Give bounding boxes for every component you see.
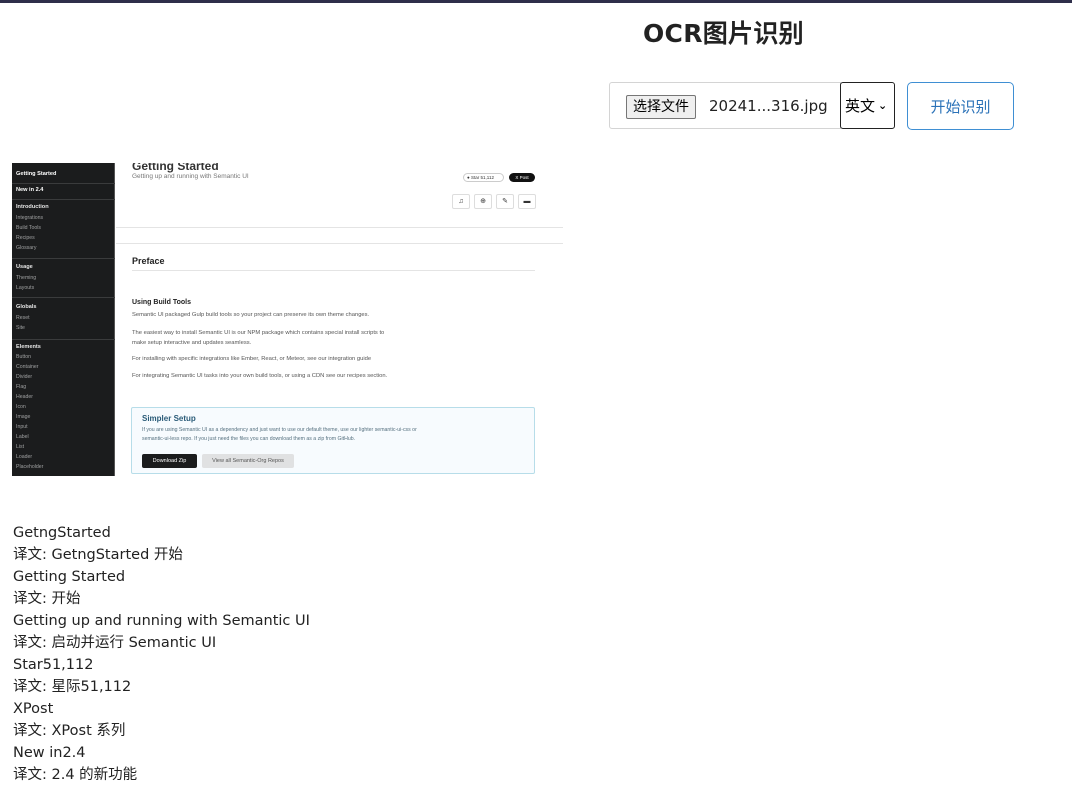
preview-paragraph: For installing with specific integration… [132, 356, 372, 362]
preview-sidebar-item: Build Tools [16, 225, 41, 231]
ocr-result-text: Getting up and running with Semantic UI [13, 613, 310, 629]
start-recognition-button[interactable]: 开始识别 [907, 82, 1014, 130]
preview-sidebar-item: Label [16, 434, 29, 440]
top-border [0, 0, 1072, 3]
preview-sidebar-item: Image [16, 414, 31, 420]
preview-sidebar-item: Introduction [16, 204, 49, 210]
preview-sidebar-item: Site [16, 325, 25, 331]
preview-star-label: Star [470, 175, 480, 180]
ocr-result-text: Getting Started [13, 569, 126, 585]
preview-sidebar-item: New in 2.4 [16, 187, 44, 193]
github-icon: ● [467, 175, 470, 180]
language-select[interactable]: 英文 ⌄ [840, 82, 895, 129]
preview-sidebar-item: Loader [16, 454, 33, 460]
preview-sidebar-item: Integrations [16, 215, 44, 221]
ocr-result-text: GetngStarted [13, 525, 111, 541]
preview-sidebar-item: Icon [16, 404, 26, 410]
preview-page-title: Getting Started [132, 163, 219, 173]
ocr-result-translation: 译文: 开始 [13, 591, 81, 607]
preview-setup-title: Simpler Setup [142, 414, 196, 423]
preview-sidebar-item: Elements [16, 344, 41, 350]
preview-sidebar-item: Input [16, 424, 28, 430]
preview-download-zip-button: Download Zip [142, 454, 197, 468]
preview-sidebar-item: Recipes [16, 235, 35, 241]
preview-setup-text: If you are using Semantic UI as a depend… [142, 427, 417, 433]
preview-star-badge: ● Star 51,112 [463, 173, 504, 182]
preview-post-badge: X Post [509, 173, 535, 182]
language-selected-value: 英文 [845, 97, 876, 115]
preview-sidebar-item: Flag [16, 384, 27, 390]
preview-sidebar-divider [12, 183, 115, 184]
preview-sidebar-item: Globals [16, 304, 37, 310]
preview-paragraph: The easiest way to install Semantic UI i… [132, 330, 385, 336]
uploaded-image-preview: Getting Started New in 2.4 Introduction Int… [12, 163, 563, 476]
preview-sidebar-divider [12, 339, 115, 340]
preview-sidebar-divider [12, 199, 115, 200]
preview-subsection-title: Using Build Tools [132, 299, 191, 306]
preview-paragraph: Semantic UI packaged Gulp build tools so… [132, 312, 370, 318]
preview-sidebar: Getting Started New in 2.4 Introduction Int… [12, 163, 115, 476]
preview-sidebar-divider [12, 297, 115, 298]
preview-paragraph: For integrating Semantic UI tasks into y… [132, 373, 388, 379]
ocr-result-text: New in2.4 [13, 745, 86, 761]
globe-icon: ⊕ [474, 194, 492, 209]
preview-sidebar-divider [12, 258, 115, 259]
ocr-result-text: XPost [13, 701, 54, 717]
preview-sidebar-item: Layouts [16, 285, 35, 291]
ocr-result-translation: 译文: GetngStarted 开始 [13, 547, 183, 563]
preview-setup-box: Simpler Setup If you are using Semantic … [131, 407, 535, 474]
preview-sidebar-item: Usage [16, 264, 33, 270]
preview-divider [116, 243, 563, 244]
ocr-result-translation: 译文: 星际51,112 [13, 679, 132, 695]
preview-star-count: 51,112 [480, 175, 494, 180]
preview-sidebar-item: Glossary [16, 245, 37, 251]
chevron-down-icon: ⌄ [878, 99, 888, 112]
preview-sidebar-item: Reset [16, 315, 30, 321]
ocr-result-text: Star51,112 [13, 657, 94, 673]
edit-icon: ✎ [496, 194, 514, 209]
preview-sidebar-item: Button [16, 354, 31, 360]
preview-sidebar-item: Header [16, 394, 34, 400]
ocr-result-translation: 译文: 启动并运行 Semantic UI [13, 635, 217, 651]
preview-divider [132, 270, 535, 271]
ocr-result-translation: 译文: 2.4 的新功能 [13, 767, 138, 783]
page-title: OCR图片识别 [643, 19, 804, 48]
preview-section-title: Preface [132, 256, 165, 266]
preview-sidebar-item: Container [16, 364, 39, 370]
preview-paragraph: make setup interactive and updates seaml… [132, 340, 252, 346]
ocr-result-translation: 译文: XPost 系列 [13, 723, 126, 739]
preview-page-subtitle: Getting up and running with Semantic UI [132, 173, 249, 180]
preview-sidebar-item: Theming [16, 275, 37, 281]
music-icon: ♫ [452, 194, 470, 209]
preview-sidebar-item: Placeholder [16, 464, 44, 470]
preview-sidebar-item: Getting Started [16, 171, 57, 177]
selected-file-name: 20241...316.jpg [709, 97, 828, 115]
choose-file-button[interactable]: 选择文件 [626, 95, 696, 119]
file-input[interactable]: 选择文件 20241...316.jpg [609, 82, 841, 129]
preview-sidebar-item: List [16, 444, 25, 450]
preview-view-repos-button: View all Semantic-Org Repos [202, 454, 294, 468]
preview-sidebar-item: Divider [16, 374, 33, 380]
ocr-results: GetngStarted 译文: GetngStarted 开始 Getting S… [13, 522, 613, 786]
preview-setup-text: semantic-ui-less repo. If you just need … [142, 436, 356, 442]
window-icon: ▬ [518, 194, 536, 209]
preview-divider [116, 227, 563, 228]
